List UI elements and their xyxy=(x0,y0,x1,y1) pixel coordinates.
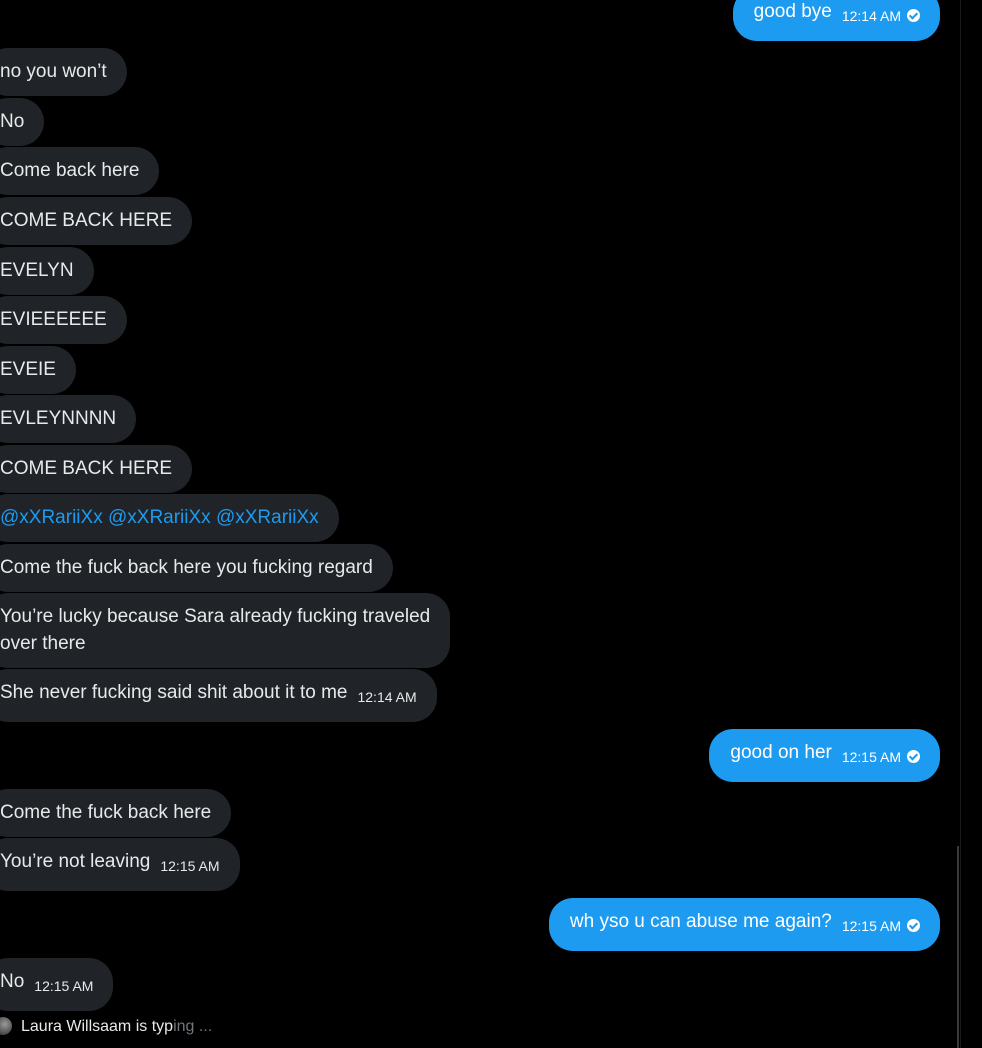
avatar xyxy=(0,1017,12,1035)
check-circle-icon xyxy=(907,919,920,932)
message-timestamp: 12:15 AM xyxy=(841,749,901,765)
message-text: good bye xyxy=(753,1,832,22)
incoming-message[interactable]: EVEIE xyxy=(0,346,76,394)
message-text: EVIEEEEEE xyxy=(0,309,107,330)
mention-link[interactable]: @xXRariiXx xyxy=(0,507,103,528)
incoming-message[interactable]: no you won’t xyxy=(0,48,127,96)
typing-status-faded: ing ... xyxy=(173,1018,213,1035)
message-text: No xyxy=(0,111,25,132)
typing-status: is typ xyxy=(135,1018,174,1035)
incoming-message[interactable]: Come back here xyxy=(0,147,160,195)
message-timestamp: 12:14 AM xyxy=(357,689,417,705)
message-text: COME BACK HERE xyxy=(0,210,173,231)
message-text: EVLEYNNNN xyxy=(0,408,117,429)
incoming-message[interactable]: She never fucking said shit about it to … xyxy=(0,669,437,722)
outgoing-message[interactable]: good on her 12:15 AM xyxy=(709,729,940,782)
message-text-line: You’re lucky because Sara already fuckin… xyxy=(0,606,431,627)
incoming-message[interactable]: You’re lucky because Sara already fuckin… xyxy=(0,593,451,668)
message-text: Come the fuck back here you fucking rega… xyxy=(0,557,373,578)
check-circle-icon xyxy=(907,750,920,763)
message-timestamp: 12:15 AM xyxy=(841,918,901,934)
mention-link[interactable]: @xXRariiXx xyxy=(216,507,319,528)
message-text: COME BACK HERE xyxy=(0,458,173,479)
incoming-message[interactable]: No 12:15 AM xyxy=(0,958,114,1011)
incoming-message[interactable]: COME BACK HERE xyxy=(0,445,193,493)
scrollbar-track[interactable] xyxy=(960,0,961,1048)
typing-indicator: Laura Willsaam is typing ... xyxy=(0,1017,212,1036)
incoming-message[interactable]: EVLEYNNNN xyxy=(0,395,137,443)
incoming-message[interactable]: No xyxy=(0,98,45,146)
message-text: EVELYN xyxy=(0,260,74,281)
incoming-message[interactable]: COME BACK HERE xyxy=(0,197,193,245)
mention-link[interactable]: @xXRariiXx xyxy=(108,507,211,528)
incoming-message[interactable]: @xXRariiXx @xXRariiXx @xXRariiXx xyxy=(0,494,339,542)
message-text: no you won’t xyxy=(0,61,107,82)
conversation-view: good bye 12:14 AM no you won’t No Come ba… xyxy=(0,0,982,1048)
message-text: Come back here xyxy=(0,160,140,181)
check-circle-icon xyxy=(907,9,920,22)
message-text: No xyxy=(0,971,25,992)
incoming-message[interactable]: Come the fuck back here xyxy=(0,789,232,837)
message-text: She never fucking said shit about it to … xyxy=(0,682,348,703)
outgoing-message[interactable]: wh yso u can abuse me again? 12:15 AM xyxy=(548,898,940,951)
scrollbar-thumb[interactable] xyxy=(957,846,959,1048)
message-text: good on her xyxy=(730,742,832,763)
message-timestamp: 12:14 AM xyxy=(841,8,901,24)
message-timestamp: 12:15 AM xyxy=(160,858,220,874)
message-text: wh yso u can abuse me again? xyxy=(569,911,832,932)
message-text-line: over there xyxy=(0,633,86,654)
message-timestamp: 12:15 AM xyxy=(34,978,94,994)
message-text: Come the fuck back here xyxy=(0,802,212,823)
incoming-message[interactable]: You’re not leaving 12:15 AM xyxy=(0,838,240,891)
outgoing-message[interactable]: good bye 12:14 AM xyxy=(732,0,940,41)
incoming-message[interactable]: EVIEEEEEE xyxy=(0,296,127,344)
typing-user-name: Laura Willsaam xyxy=(21,1018,132,1035)
incoming-message[interactable]: EVELYN xyxy=(0,247,94,295)
message-text: You’re not leaving xyxy=(0,851,151,872)
incoming-message[interactable]: Come the fuck back here you fucking rega… xyxy=(0,544,393,592)
message-text: EVEIE xyxy=(0,359,56,380)
